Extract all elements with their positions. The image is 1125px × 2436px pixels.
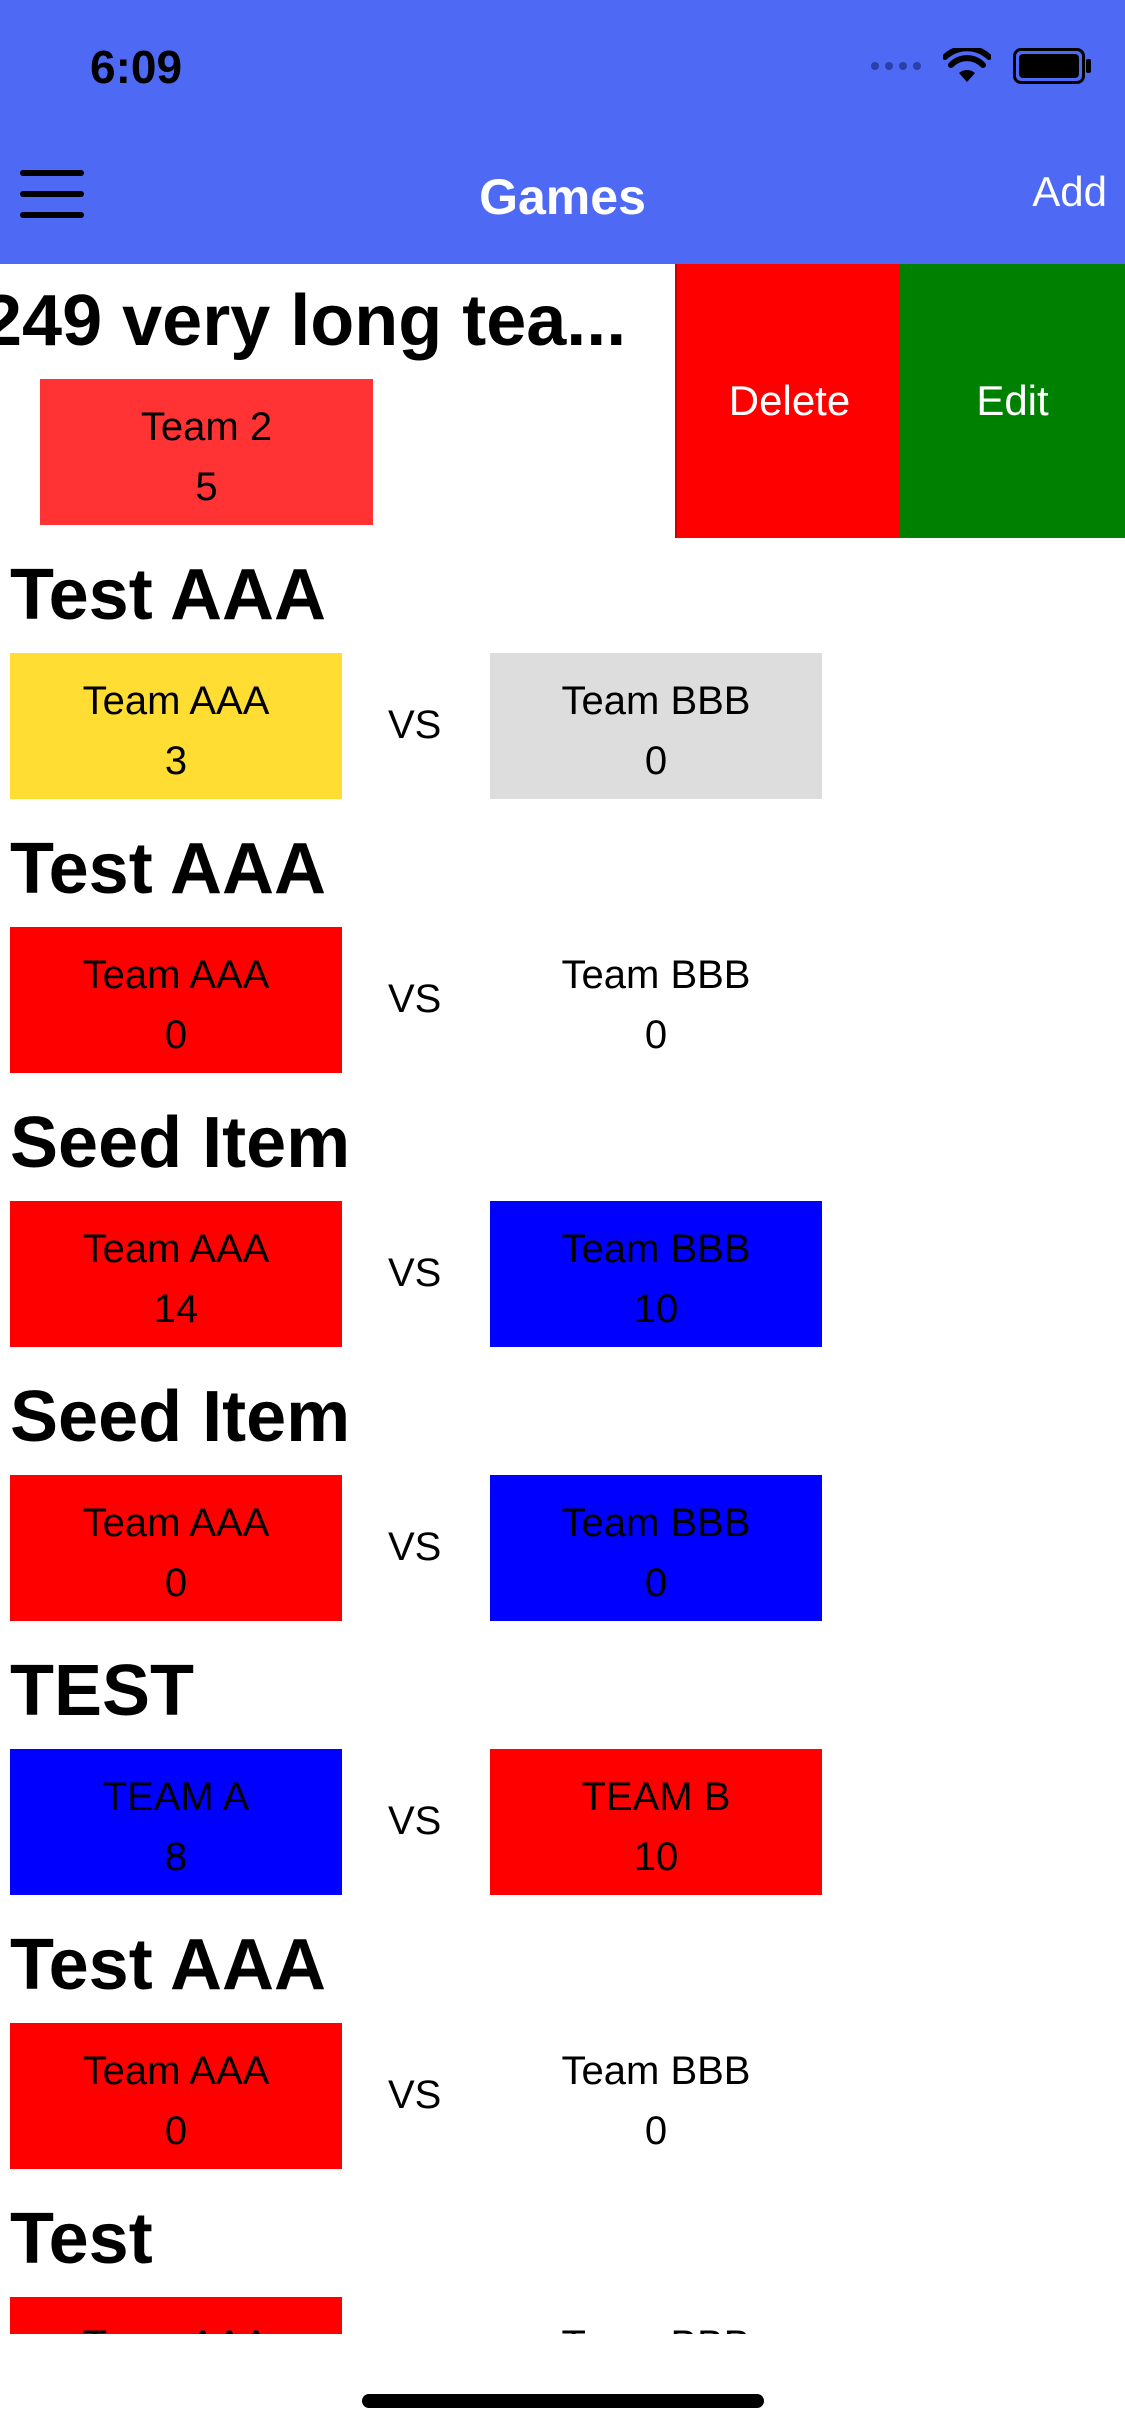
add-button[interactable]: Add	[1032, 168, 1107, 216]
vs-label: VS	[388, 1251, 442, 1295]
home-team-name: Team AAA	[82, 679, 270, 723]
navigation-bar: 6:09 Games Add	[0, 0, 1125, 264]
home-team-name: Team AAA	[82, 953, 270, 997]
game-row[interactable]: Test AAA Team AAA 0 VS Team BBB 0	[0, 1908, 1125, 2184]
game-row[interactable]: Test AAA Team AAA 0 VS Team BBB 0	[0, 812, 1125, 1088]
away-team-box: TEAM B 10	[490, 1749, 822, 1895]
game-row[interactable]: TEST TEAM A 8 VS TEAM B 10	[0, 1634, 1125, 1910]
home-team-score: 14	[153, 1287, 199, 1331]
home-team-name: TEAM A	[102, 1775, 250, 1819]
game-title: Test AAA	[10, 1925, 327, 2005]
home-team-box: Team AAA 0	[10, 1475, 342, 1621]
away-team-score: 0	[644, 1013, 668, 1057]
away-team-name: Team BBB	[561, 1501, 751, 1545]
home-team-box: Team 2 5	[40, 379, 373, 525]
home-team-name: Team AAA	[10, 2323, 342, 2334]
game-title: Seed Item	[10, 1377, 351, 1457]
away-team-box: Team BBB	[490, 2297, 822, 2334]
wifi-icon	[943, 48, 991, 82]
away-team-name: Team BBB	[561, 1227, 751, 1271]
away-team-name: Team BBB	[561, 953, 751, 997]
vs-label: VS	[388, 1799, 442, 1843]
away-team-box: Team BBB 10	[490, 1201, 822, 1347]
home-team-name: Team AAA	[82, 1501, 270, 1545]
away-team-score: 10	[633, 1287, 679, 1331]
vs-label: VS	[388, 703, 442, 747]
game-row[interactable]: Seed Item Team AAA 14 VS Team BBB 10	[0, 1086, 1125, 1362]
vs-label: VS	[388, 2073, 442, 2117]
home-team-score: 0	[164, 2109, 188, 2153]
cellular-signal-icon	[871, 62, 921, 70]
home-team-box: Team AAA 14	[10, 1201, 342, 1347]
game-title: Test AAA	[10, 555, 327, 635]
game-title: 249 very long tea...	[0, 281, 627, 361]
edit-button[interactable]: Edit	[900, 264, 1125, 538]
away-team-score: 0	[644, 1561, 668, 1605]
home-team-score: 0	[164, 1013, 188, 1057]
vs-label: VS	[388, 1525, 442, 1569]
game-title: TEST	[10, 1651, 195, 1731]
away-team-name: Team BBB	[561, 679, 751, 723]
game-title: Seed Item	[10, 1103, 351, 1183]
game-title: Test	[10, 2199, 153, 2279]
battery-icon	[1013, 48, 1091, 84]
home-team-box: Team AAA 0	[10, 927, 342, 1073]
away-team-box: Team BBB 0	[490, 927, 822, 1073]
home-team-box: Team AAA 3	[10, 653, 342, 799]
delete-button[interactable]: Delete	[675, 264, 902, 538]
home-team-name: Team AAA	[82, 2049, 270, 2093]
away-team-name: Team BBB	[561, 2049, 751, 2093]
away-team-score: 0	[644, 739, 668, 783]
game-row[interactable]: 249 very long tea... Team 2 5 Delete Edi…	[0, 264, 1125, 540]
game-row[interactable]: Test AAA Team AAA 3 VS Team BBB 0	[0, 538, 1125, 814]
home-team-box: Team AAA	[10, 2297, 342, 2334]
home-team-name: Team 2	[140, 405, 273, 449]
home-team-score: 0	[164, 1561, 188, 1605]
away-team-box: Team BBB 0	[490, 1475, 822, 1621]
away-team-name: Team BBB	[490, 2323, 822, 2334]
away-team-box: Team BBB 0	[490, 653, 822, 799]
away-team-box: Team BBB 0	[490, 2023, 822, 2169]
status-icons	[871, 48, 1091, 84]
home-team-box: TEAM A 8	[10, 1749, 342, 1895]
home-team-score: 8	[164, 1835, 188, 1879]
home-team-score: 3	[164, 739, 188, 783]
home-team-box: Team AAA 0	[10, 2023, 342, 2169]
game-title: Test AAA	[10, 829, 327, 909]
home-team-name: Team AAA	[82, 1227, 270, 1271]
away-team-score: 10	[633, 1835, 679, 1879]
status-time: 6:09	[90, 41, 183, 93]
game-row[interactable]: Seed Item Team AAA 0 VS Team BBB 0	[0, 1360, 1125, 1636]
home-indicator	[362, 2394, 764, 2408]
away-team-name: TEAM B	[581, 1775, 731, 1819]
home-team-score: 5	[195, 465, 218, 509]
game-row[interactable]: Test Team AAA Team BBB	[0, 2182, 1125, 2334]
away-team-score: 0	[644, 2109, 668, 2153]
vs-label: VS	[388, 977, 442, 1021]
page-title: Games	[479, 169, 646, 225]
games-list[interactable]: 249 very long tea... Team 2 5 Delete Edi…	[0, 264, 1125, 2334]
